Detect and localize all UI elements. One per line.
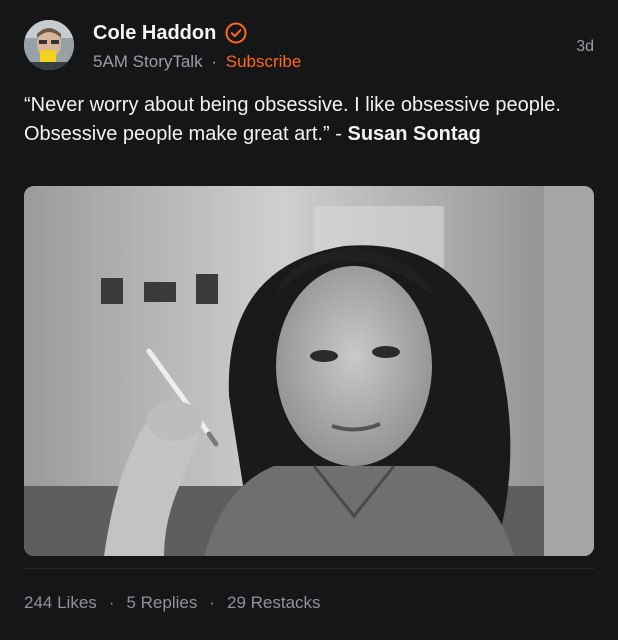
post-timestamp: 3d (576, 38, 594, 55)
quote-attribution: Susan Sontag (347, 123, 481, 145)
post-body: “Never worry about being obsessive. I li… (24, 91, 594, 149)
likes-count[interactable]: 244 Likes (24, 593, 97, 613)
publication-row: 5AM StoryTalk · Subscribe (93, 51, 301, 73)
stats-separator: · (209, 593, 215, 612)
post-stats: 244 Likes · 5 Replies · 29 Restacks (24, 593, 321, 613)
subscribe-link[interactable]: Subscribe (226, 52, 302, 71)
author-avatar[interactable] (24, 20, 74, 70)
note-post: Cole Haddon 5AM StoryTalk · Subscribe 3d… (0, 0, 618, 640)
verified-badge-icon (225, 22, 247, 44)
post-image[interactable] (24, 186, 594, 556)
footer-divider (24, 568, 594, 569)
replies-count[interactable]: 5 Replies (126, 593, 197, 613)
stats-separator: · (108, 593, 115, 612)
author-name[interactable]: Cole Haddon (93, 20, 216, 46)
publication-name[interactable]: 5AM StoryTalk (93, 52, 203, 71)
meta-separator: · (211, 52, 217, 71)
restacks-count[interactable]: 29 Restacks (227, 593, 321, 613)
author-name-row: Cole Haddon (93, 20, 247, 46)
